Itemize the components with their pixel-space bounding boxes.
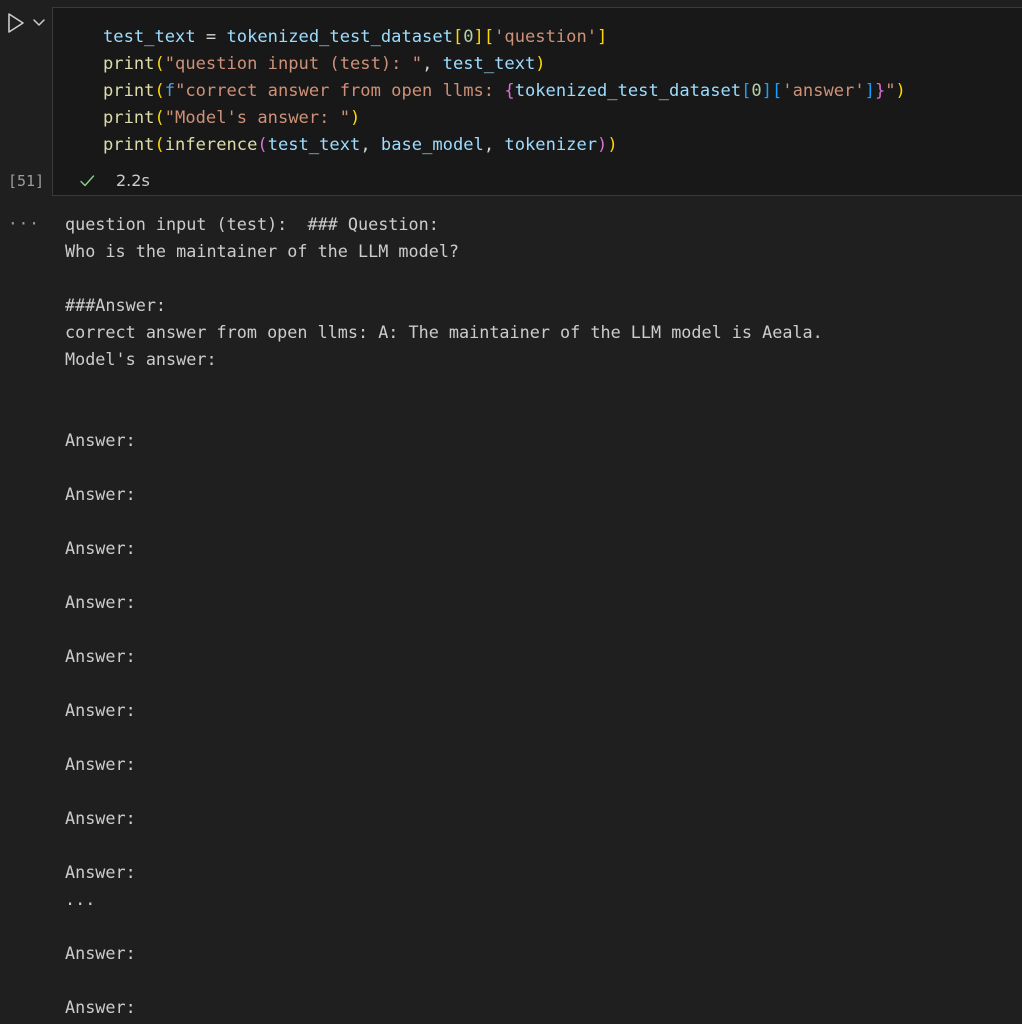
code-token: print (103, 135, 155, 155)
code-token: ] (597, 27, 608, 47)
output-line: question input (test): ### Question: (65, 214, 439, 234)
cell-status-bar: 2.2s (52, 167, 1022, 196)
cell-gutter: [51] (0, 0, 52, 196)
code-token: 0 (463, 27, 474, 47)
code-line[interactable]: print("question input (test): ", test_te… (103, 51, 906, 78)
code-token: base_model (380, 135, 484, 155)
output-more-actions[interactable]: ··· (8, 214, 40, 233)
code-line[interactable]: print("Model's answer: ") (103, 105, 906, 132)
code-token: ) (895, 81, 906, 101)
output-line: Answer: (65, 646, 136, 666)
code-token: tokenizer (504, 135, 598, 155)
output-line: Answer: (65, 754, 136, 774)
code-token: [ (452, 27, 464, 47)
code-token: ) (597, 135, 608, 155)
output-line: Answer: (65, 430, 136, 450)
code-token: ] (761, 81, 772, 101)
code-token: " (885, 81, 896, 101)
code-token: ( (154, 54, 165, 74)
code-token: [ (772, 81, 783, 101)
output-line: Answer: (65, 808, 136, 828)
output-line: Model's answer: (65, 349, 217, 369)
code-token: 0 (751, 81, 762, 101)
execution-duration: 2.2s (116, 171, 150, 190)
output-line: Answer: (65, 538, 136, 558)
code-token: , (483, 135, 505, 155)
code-token: tokenized_test_dataset (226, 27, 453, 47)
output-line: ... (65, 889, 96, 909)
code-token: ] (473, 27, 484, 47)
output-line: Answer: (65, 484, 136, 504)
check-icon (80, 175, 95, 187)
code-line[interactable]: print(f"correct answer from open llms: {… (103, 78, 906, 105)
output-line: Answer: (65, 997, 136, 1017)
code-token: ( (154, 135, 165, 155)
code-token: print (103, 108, 155, 128)
code-token: ( (154, 81, 165, 101)
code-token: ) (350, 108, 361, 128)
code-token: ) (607, 135, 618, 155)
output-line: ###Answer: (65, 295, 167, 315)
output-line: Answer: (65, 592, 136, 612)
code-token: ( (257, 135, 268, 155)
code-token: tokenized_test_dataset (514, 81, 742, 101)
code-token: , (360, 135, 381, 155)
output-line: Who is the maintainer of the LLM model? (65, 241, 460, 261)
code-line[interactable]: test_text = tokenized_test_dataset[0]['q… (103, 24, 906, 51)
code-token: test_text (442, 54, 536, 74)
code-token: ( (154, 108, 165, 128)
code-token: [ (483, 27, 495, 47)
code-token: "question input (test): " (164, 54, 423, 74)
run-options-dropdown[interactable] (32, 14, 46, 28)
output-line: Answer: (65, 862, 136, 882)
code-token: test_text (103, 27, 196, 47)
code-token: print (103, 81, 155, 101)
output-line: Answer: (65, 943, 136, 963)
play-icon (8, 13, 24, 33)
code-token: test_text (267, 135, 361, 155)
code-token: ] (864, 81, 875, 101)
output-line: Answer: (65, 700, 136, 720)
code-token: f (164, 81, 176, 101)
code-editor[interactable]: test_text = tokenized_test_dataset[0]['q… (52, 7, 1022, 167)
code-token: = (195, 27, 227, 47)
run-cell-button[interactable] (6, 12, 26, 34)
code-token: "correct answer from open llms: (175, 81, 505, 101)
code-token: 'answer' (782, 81, 865, 101)
code-token: [ (741, 81, 752, 101)
code-token: { (504, 81, 515, 101)
code-line[interactable]: print(inference(test_text, base_model, t… (103, 132, 906, 159)
execution-count: [51] (8, 172, 45, 190)
code-token: , (422, 54, 443, 74)
code-token: } (874, 81, 886, 101)
output-line: correct answer from open llms: A: The ma… (65, 322, 823, 342)
code-token: 'question' (494, 27, 598, 47)
cell-output: question input (test): ### Question: Who … (65, 211, 1005, 1021)
code-token: "Model's answer: " (164, 108, 351, 128)
code-token: ) (535, 54, 546, 74)
code-content[interactable]: test_text = tokenized_test_dataset[0]['q… (103, 24, 906, 159)
chevron-down-icon (33, 19, 45, 26)
code-token: inference (164, 135, 258, 155)
code-token: print (103, 54, 155, 74)
